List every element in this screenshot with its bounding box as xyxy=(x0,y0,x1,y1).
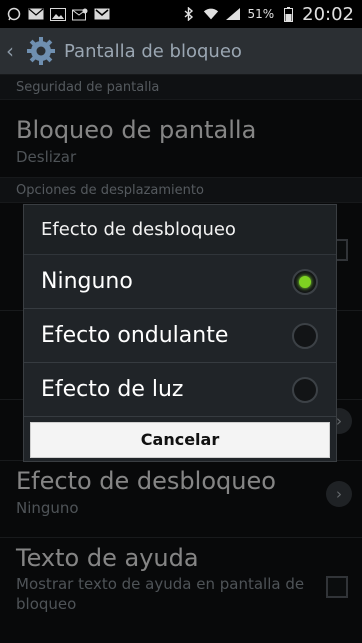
radio-icon[interactable] xyxy=(292,376,318,403)
option-none[interactable]: Ninguno xyxy=(24,255,336,309)
back-icon[interactable]: ‹ xyxy=(6,39,24,63)
battery-icon xyxy=(280,6,296,22)
gear-icon[interactable] xyxy=(26,36,56,66)
dialog-footer: Cancelar xyxy=(24,417,336,462)
bluetooth-icon xyxy=(181,7,197,21)
whatsapp-icon xyxy=(6,7,22,21)
option-label: Ninguno xyxy=(41,269,133,294)
action-bar: ‹ Pantalla de bloqueo xyxy=(0,28,362,74)
page-title: Pantalla de bloqueo xyxy=(64,40,242,62)
gallery-icon xyxy=(50,7,66,21)
option-label: Efecto ondulante xyxy=(41,323,229,348)
cancel-button[interactable]: Cancelar xyxy=(30,421,330,458)
battery-percent: 51% xyxy=(247,7,275,21)
option-light-effect[interactable]: Efecto de luz xyxy=(24,363,336,417)
option-ripple-effect[interactable]: Efecto ondulante xyxy=(24,309,336,363)
gmail-icon xyxy=(94,7,110,21)
wifi-icon xyxy=(203,7,219,21)
email-icon xyxy=(72,7,88,21)
radio-selected-icon[interactable] xyxy=(292,268,318,295)
option-label: Efecto de luz xyxy=(41,377,184,402)
clock: 20:02 xyxy=(302,3,354,25)
signal-icon xyxy=(225,7,241,21)
unlock-effect-dialog: Efecto de desbloqueo Ninguno Efecto ondu… xyxy=(23,204,337,462)
mail-icon xyxy=(28,7,44,21)
dialog-title: Efecto de desbloqueo xyxy=(24,205,336,255)
status-bar: 51% 20:02 xyxy=(0,0,362,28)
radio-icon[interactable] xyxy=(292,322,318,349)
